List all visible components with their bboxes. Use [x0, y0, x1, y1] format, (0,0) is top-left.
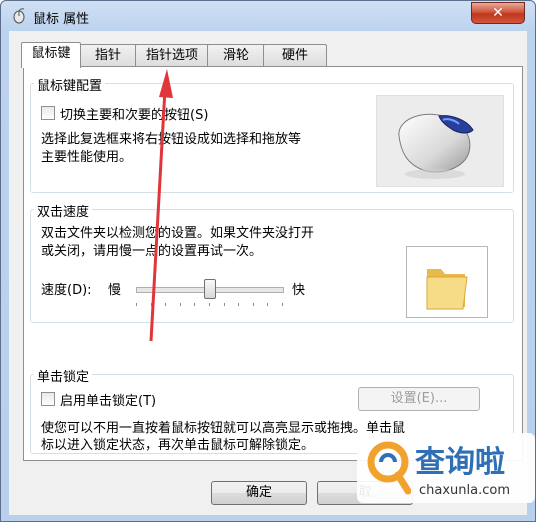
watermark-brand: 查询啦 [415, 445, 505, 480]
mouse-properties-window: 鼠标 属性 ✕ 鼠标键 指针 指针选项 滑轮 硬件 鼠标键配置 切换主要和次要的… [0, 0, 536, 522]
watermark-url: chaxunla.com [419, 483, 510, 498]
tab-buttons[interactable]: 鼠标键 [21, 42, 81, 68]
tab-label: 鼠标键 [31, 46, 71, 61]
watermark: 查询啦 chaxunla.com [357, 433, 535, 503]
search-icon [367, 441, 411, 495]
